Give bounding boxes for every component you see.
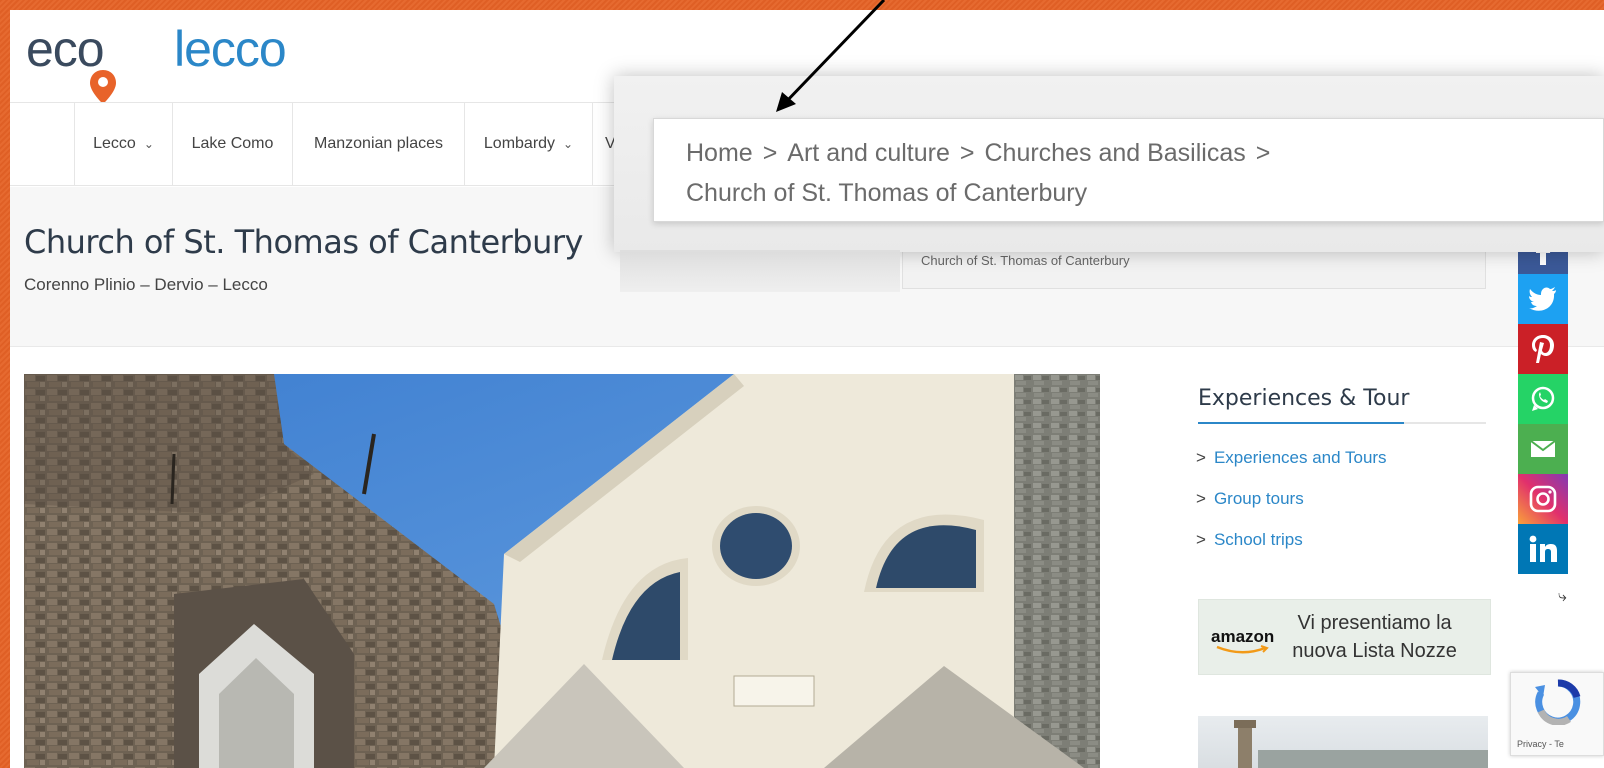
chevron-right-icon: > xyxy=(1196,448,1206,467)
recaptcha-privacy-text[interactable]: Privacy - Te xyxy=(1517,739,1564,749)
sidebar-link-group-tours[interactable]: > Group tours xyxy=(1196,489,1304,509)
map-pin-icon xyxy=(90,70,116,104)
breadcrumb-separator: > xyxy=(1255,139,1271,167)
pinterest-share-button[interactable] xyxy=(1518,324,1568,374)
nav-item-lecco[interactable]: Lecco ⌄ xyxy=(74,103,172,185)
sidebar-title: Experiences & Tour xyxy=(1198,386,1410,411)
instagram-share-button[interactable] xyxy=(1518,474,1568,524)
amazon-logo: amazon xyxy=(1211,627,1274,654)
chevron-down-icon: ⌄ xyxy=(143,137,154,151)
breadcrumb-current-page: Church of St. Thomas of Canterbury xyxy=(686,179,1088,207)
pinterest-icon xyxy=(1532,335,1554,363)
site-logo[interactable]: eco lecco xyxy=(26,16,346,106)
email-icon xyxy=(1530,440,1556,457)
twitter-share-button[interactable] xyxy=(1518,274,1568,324)
amazon-banner-text: Vi presentiamo la nuova Lista Nozze xyxy=(1292,612,1457,662)
sidebar-underline xyxy=(1198,422,1486,424)
breadcrumb-churches-link[interactable]: Churches and Basilicas xyxy=(985,139,1246,167)
breadcrumb-separator: > xyxy=(762,139,778,167)
twitter-icon xyxy=(1529,287,1556,311)
recaptcha-icon xyxy=(1535,679,1581,725)
breadcrumb-current: Church of St. Thomas of Canterbury xyxy=(921,253,1130,268)
email-share-button[interactable] xyxy=(1518,424,1568,474)
chevron-right-icon: > xyxy=(1196,489,1206,508)
zoom-callout-shadow xyxy=(620,250,900,292)
amazon-smile-icon xyxy=(1216,645,1269,654)
nav-label: Lecco xyxy=(93,135,136,152)
sidebar-link-experiences[interactable]: > Experiences and Tours xyxy=(1196,448,1387,468)
sidebar-link-school-trips[interactable]: > School trips xyxy=(1196,530,1303,550)
share-toggle-icon[interactable]: ⤷ xyxy=(1558,588,1567,606)
whatsapp-share-button[interactable] xyxy=(1518,374,1568,424)
church-photo xyxy=(24,374,1100,768)
recaptcha-badge[interactable]: Privacy - Te xyxy=(1510,672,1604,756)
nav-label: Manzonian places xyxy=(314,135,443,152)
chevron-right-icon: > xyxy=(1196,530,1206,549)
nav-item-lombardy[interactable]: Lombardy ⌄ xyxy=(464,103,592,185)
chevron-down-icon: ⌄ xyxy=(563,137,574,151)
breadcrumb-zoomed: Home > Art and culture > Churches and Basili… xyxy=(653,118,1604,222)
sidebar-photo[interactable] xyxy=(1198,716,1488,768)
breadcrumb-home-link[interactable]: Home xyxy=(686,139,753,167)
amazon-banner[interactable]: amazon Vi presentiamo la nuova Lista Noz… xyxy=(1198,599,1491,675)
page-title: Church of St. Thomas of Canterbury xyxy=(24,223,583,261)
nav-label: Lake Como xyxy=(191,135,274,152)
logo-text-lecco: lecco xyxy=(174,21,287,77)
instagram-icon xyxy=(1529,485,1557,513)
linkedin-icon xyxy=(1529,535,1557,562)
nav-item-lake-como[interactable]: Lake Como xyxy=(172,103,292,185)
annotation-arrow-icon xyxy=(776,0,886,112)
nav-item-manzonian-places[interactable]: Manzonian places xyxy=(292,103,464,185)
whatsapp-icon xyxy=(1531,386,1555,411)
nav-label: Lombardy xyxy=(483,135,556,152)
page-subtitle: Corenno Plinio – Dervio – Lecco xyxy=(24,275,268,294)
breadcrumb-separator: > xyxy=(959,139,975,167)
linkedin-share-button[interactable] xyxy=(1518,524,1568,574)
breadcrumb-art-culture-link[interactable]: Art and culture xyxy=(787,139,950,167)
